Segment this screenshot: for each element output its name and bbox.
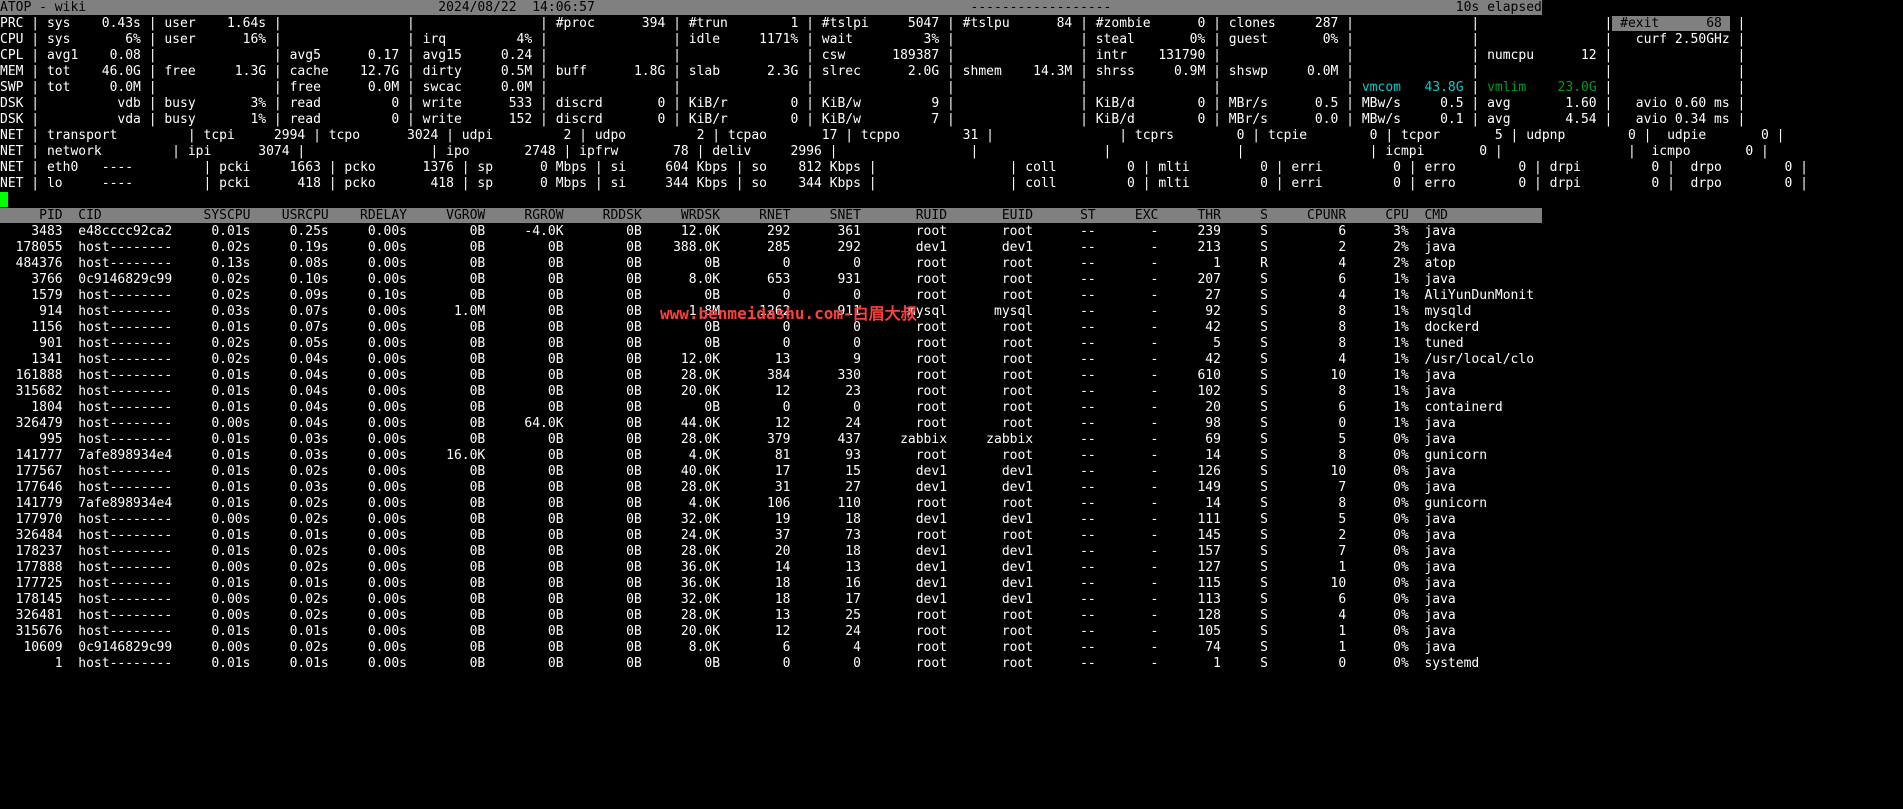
stat-line: NET | network | ipi 3074 | | ipo 2748 | … (0, 144, 1903, 160)
process-row[interactable]: 326481 host-------- 0.00s 0.02s 0.00s 0B… (0, 608, 1903, 624)
stat-line: PRC | sys 0.43s | user 1.64s | | | #proc… (0, 16, 1903, 32)
process-row[interactable]: 901 host-------- 0.02s 0.05s 0.00s 0B 0B… (0, 336, 1903, 352)
stat-line: CPU | sys 6% | user 16% | | irq 4% | | i… (0, 32, 1903, 48)
process-row[interactable]: 178145 host-------- 0.00s 0.02s 0.00s 0B… (0, 592, 1903, 608)
process-row[interactable]: 326479 host-------- 0.00s 0.04s 0.00s 0B… (0, 416, 1903, 432)
process-row[interactable]: 10609 0c9146829c99 0.00s 0.02s 0.00s 0B … (0, 640, 1903, 656)
process-row[interactable]: 1156 host-------- 0.01s 0.07s 0.00s 0B 0… (0, 320, 1903, 336)
process-row[interactable]: 141777 7afe898934e4 0.01s 0.03s 0.00s 16… (0, 448, 1903, 464)
process-row[interactable]: 1 host-------- 0.01s 0.01s 0.00s 0B 0B 0… (0, 656, 1903, 672)
stat-line: SWP | tot 0.0M | | free 0.0M | swcac 0.0… (0, 80, 1903, 96)
process-row[interactable]: 178055 host-------- 0.02s 0.19s 0.00s 0B… (0, 240, 1903, 256)
process-row[interactable]: 315676 host-------- 0.01s 0.01s 0.00s 0B… (0, 624, 1903, 640)
process-row[interactable]: 161888 host-------- 0.01s 0.04s 0.00s 0B… (0, 368, 1903, 384)
stat-line: CPL | avg1 0.08 | | avg5 0.17 | avg15 0.… (0, 48, 1903, 64)
process-row[interactable]: 177970 host-------- 0.00s 0.02s 0.00s 0B… (0, 512, 1903, 528)
process-row[interactable]: 177646 host-------- 0.01s 0.03s 0.00s 0B… (0, 480, 1903, 496)
cursor-line (0, 192, 1903, 208)
process-row[interactable]: 177725 host-------- 0.01s 0.01s 0.00s 0B… (0, 576, 1903, 592)
stat-line: DSK | vdb | busy 3% | read 0 | write 533… (0, 96, 1903, 112)
process-row[interactable]: 3483 e48cccc92ca2 0.01s 0.25s 0.00s 0B -… (0, 224, 1903, 240)
process-row[interactable]: 177888 host-------- 0.00s 0.02s 0.00s 0B… (0, 560, 1903, 576)
process-row[interactable]: 1804 host-------- 0.01s 0.04s 0.00s 0B 0… (0, 400, 1903, 416)
process-row[interactable]: 141779 7afe898934e4 0.01s 0.02s 0.00s 0B… (0, 496, 1903, 512)
columns-header: PID CID SYSCPU USRCPU RDELAY VGROW RGROW… (0, 208, 1903, 224)
stat-line: DSK | vda | busy 1% | read 0 | write 152… (0, 112, 1903, 128)
stat-line: NET | eth0 ---- | pcki 1663 | pcko 1376 … (0, 160, 1903, 176)
watermark: www.benmeidashu.com-白眉大叔 (660, 306, 917, 322)
process-row[interactable]: 1579 host-------- 0.02s 0.09s 0.10s 0B 0… (0, 288, 1903, 304)
process-row[interactable]: 484376 host-------- 0.13s 0.08s 0.00s 0B… (0, 256, 1903, 272)
process-row[interactable]: 914 host-------- 0.03s 0.07s 0.00s 1.0M … (0, 304, 1903, 320)
process-row[interactable]: 177567 host-------- 0.01s 0.02s 0.00s 0B… (0, 464, 1903, 480)
header-line: ATOP - wiki 2024/08/22 14:06:57 --------… (0, 0, 1903, 16)
process-row[interactable]: 326484 host-------- 0.01s 0.01s 0.00s 0B… (0, 528, 1903, 544)
process-row[interactable]: 3766 0c9146829c99 0.02s 0.10s 0.00s 0B 0… (0, 272, 1903, 288)
stat-line: MEM | tot 46.0G | free 1.3G | cache 12.7… (0, 64, 1903, 80)
stat-line: NET | transport | tcpi 2994 | tcpo 3024 … (0, 128, 1903, 144)
process-row[interactable]: 995 host-------- 0.01s 0.03s 0.00s 0B 0B… (0, 432, 1903, 448)
process-row[interactable]: 178237 host-------- 0.01s 0.02s 0.00s 0B… (0, 544, 1903, 560)
process-row[interactable]: 1341 host-------- 0.02s 0.04s 0.00s 0B 0… (0, 352, 1903, 368)
stat-line: NET | lo ---- | pcki 418 | pcko 418 | sp… (0, 176, 1903, 192)
process-row[interactable]: 315682 host-------- 0.01s 0.04s 0.00s 0B… (0, 384, 1903, 400)
